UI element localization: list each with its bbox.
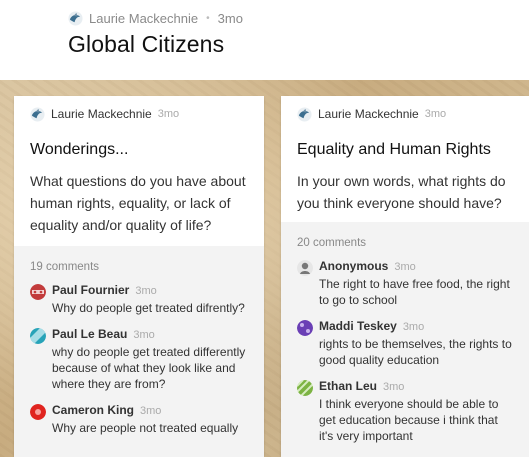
comment: Ethan Leu 3mo I think everyone should be … xyxy=(297,378,513,444)
comment-text: Why are people not treated equally xyxy=(52,421,239,435)
comment-text: I think everyone should be able to get e… xyxy=(319,397,499,443)
post-body: In your own words, what rights do you th… xyxy=(297,173,506,211)
commenter-name[interactable]: Ethan Leu xyxy=(319,379,377,393)
patterned-avatar-icon[interactable] xyxy=(30,284,46,300)
post-author: Laurie Mackechnie 3mo xyxy=(30,96,248,130)
author-avatar-icon[interactable] xyxy=(297,106,312,122)
comment-time: 3mo xyxy=(402,321,425,333)
post-title: Equality and Human Rights xyxy=(297,141,491,158)
board-author[interactable]: Laurie Mackechnie xyxy=(89,11,198,26)
comment-time: 3mo xyxy=(383,381,405,393)
comment: Paul Le Beau 3mo why do people get treate… xyxy=(30,326,248,392)
commenter-name[interactable]: Anonymous xyxy=(319,259,388,273)
patterned-avatar-icon[interactable] xyxy=(297,320,313,336)
comment-time: 3mo xyxy=(133,329,155,341)
board-title: Global Citizens xyxy=(68,31,225,57)
post-author-name[interactable]: Laurie Mackechnie xyxy=(51,107,152,121)
comment-text: The right to have free food, the right t… xyxy=(319,277,510,307)
comments-section: 20 comments Anonymous 3mo The right to ha… xyxy=(281,222,529,457)
patterned-avatar-icon[interactable] xyxy=(30,404,46,420)
commenter-name[interactable]: Maddi Teskey xyxy=(319,319,397,333)
comment: Maddi Teskey 3mo rights to be themselves,… xyxy=(297,318,513,368)
comment-time: 3mo xyxy=(394,261,416,273)
commenter-name[interactable]: Paul Fournier xyxy=(52,283,129,297)
comment: Paul Fournier 3mo Why do people get treat… xyxy=(30,282,248,316)
patterned-avatar-icon[interactable] xyxy=(297,380,313,396)
post-author-name[interactable]: Laurie Mackechnie xyxy=(318,107,419,121)
comment-count[interactable]: 19 comments xyxy=(30,246,248,282)
post-time: 3mo xyxy=(424,108,447,120)
commenter-name[interactable]: Cameron King xyxy=(52,403,134,417)
comment-time: 3mo xyxy=(135,285,157,297)
comment-time: 3mo xyxy=(140,405,162,417)
post-card[interactable]: Laurie Mackechnie 3mo Wonderings... What… xyxy=(14,96,264,457)
author-avatar-icon[interactable] xyxy=(30,106,45,122)
meta-separator: • xyxy=(206,13,210,24)
anonymous-avatar-icon[interactable] xyxy=(297,260,313,276)
post-time: 3mo xyxy=(157,108,180,120)
post-body: What questions do you have about human r… xyxy=(30,173,246,233)
patterned-avatar-icon[interactable] xyxy=(30,328,46,344)
commenter-name[interactable]: Paul Le Beau xyxy=(52,327,127,341)
board-meta: Laurie Mackechnie • 3mo xyxy=(68,11,243,26)
comment-text: Why do people get treated difrently? xyxy=(52,301,245,315)
author-avatar-icon[interactable] xyxy=(68,11,83,26)
comments-section: 19 comments Paul Fournier 3mo Why do peop… xyxy=(14,246,264,457)
comment-count[interactable]: 20 comments xyxy=(297,222,513,258)
post-title: Wonderings... xyxy=(30,141,129,158)
post-author: Laurie Mackechnie 3mo xyxy=(297,96,513,130)
post-card[interactable]: Laurie Mackechnie 3mo Equality and Human… xyxy=(281,96,529,457)
comment-text: rights to be themselves, the rights to g… xyxy=(319,337,512,367)
board-header: Laurie Mackechnie • 3mo Global Citizens xyxy=(0,0,529,80)
comment: Cameron King 3mo Why are people not treat… xyxy=(30,402,248,436)
board-time: 3mo xyxy=(217,11,243,26)
comment-text: why do people get treated differently be… xyxy=(52,345,246,391)
comment: Anonymous 3mo The right to have free food… xyxy=(297,258,513,308)
